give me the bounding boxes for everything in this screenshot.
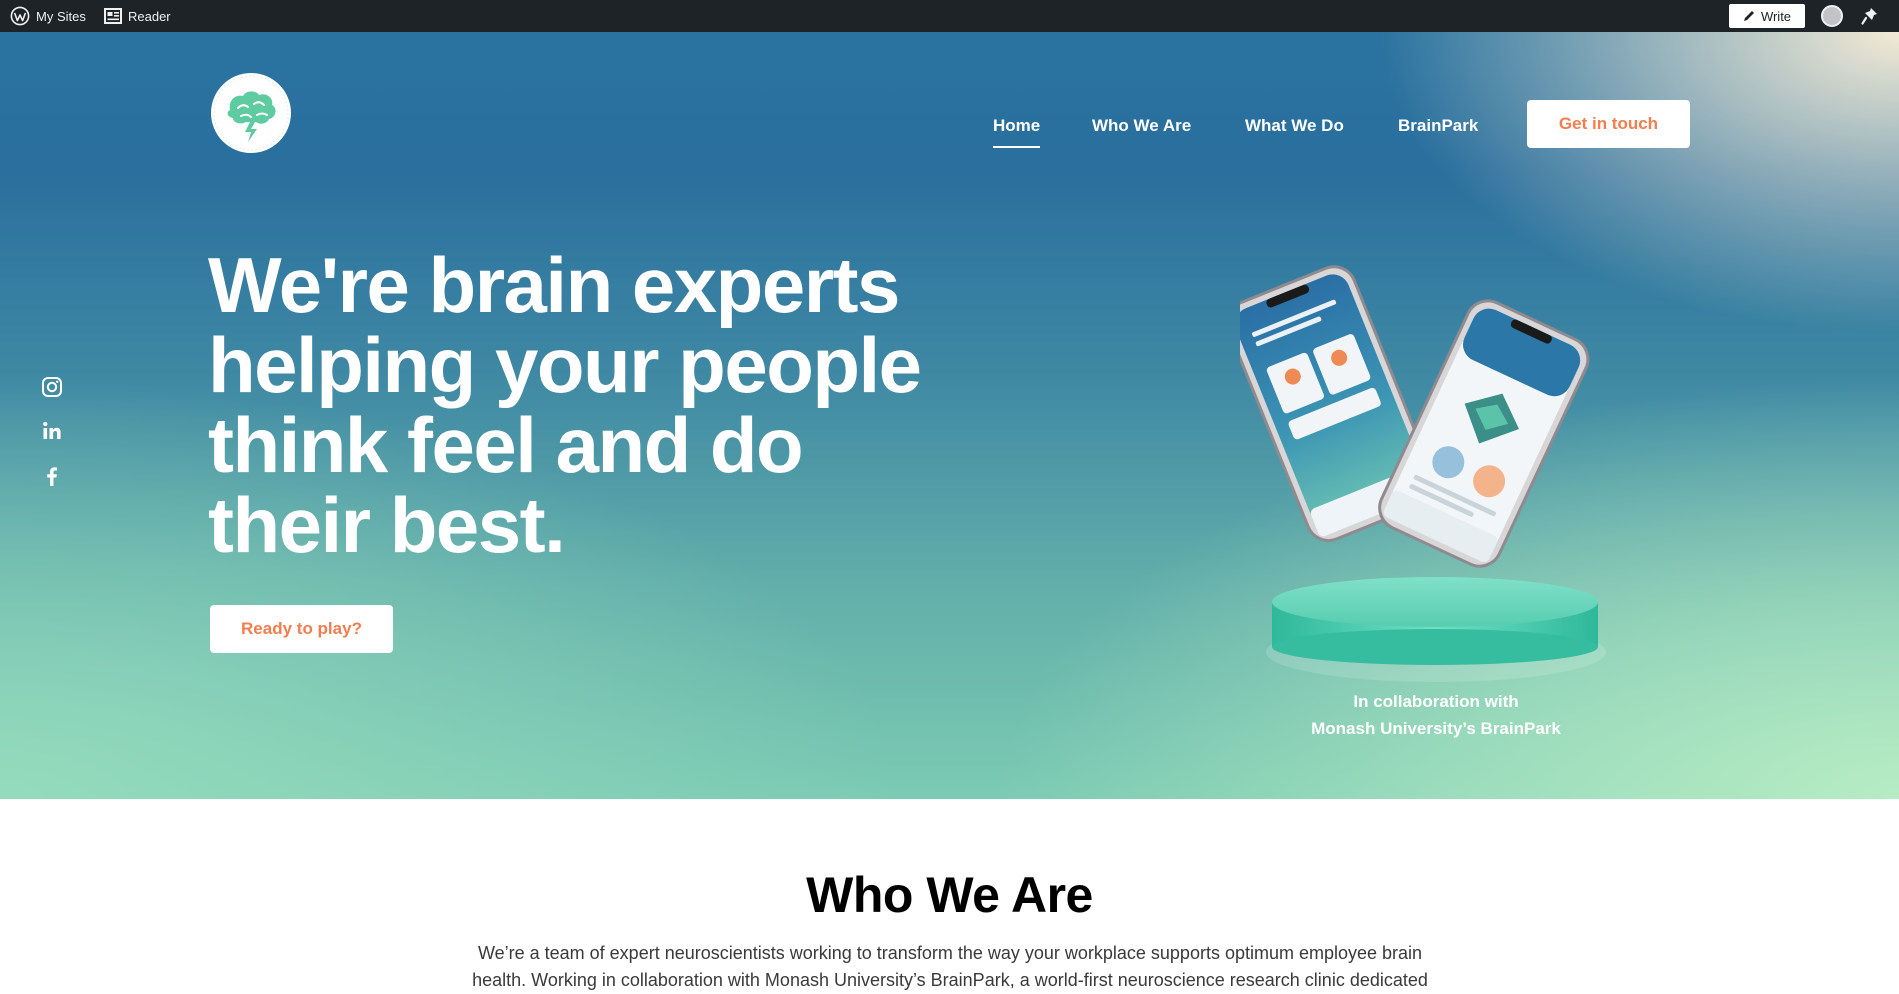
nav-brainpark[interactable]: BrainPark: [1398, 116, 1478, 140]
headline-line: their best.: [208, 481, 566, 569]
collaboration-note: In collaboration with Monash University’…: [1236, 688, 1636, 742]
user-avatar[interactable]: [1821, 5, 1843, 27]
pen-icon: [1743, 11, 1754, 21]
who-we-are-heading: Who We Are: [806, 867, 1093, 923]
brain-logo[interactable]: [210, 72, 292, 154]
reader-menu[interactable]: Reader: [104, 0, 171, 32]
facebook-icon[interactable]: [40, 464, 64, 488]
nav-who-we-are[interactable]: Who We Are: [1092, 116, 1191, 140]
notifications-button[interactable]: [1860, 0, 1880, 32]
admin-bar: My Sites Reader Write: [0, 0, 1899, 32]
headline-line: helping your people: [208, 321, 922, 409]
headline-line: We're brain experts: [208, 241, 900, 329]
reader-label: Reader: [128, 8, 171, 24]
headline-line: think feel and do: [208, 401, 804, 489]
app-phones-illustration: [1240, 265, 1606, 682]
wordpress-icon: [10, 6, 30, 26]
my-sites-label: My Sites: [36, 8, 86, 24]
who-we-are-body: We’re a team of expert neuroscientists w…: [472, 943, 1428, 990]
nav-home[interactable]: Home: [993, 116, 1041, 148]
write-label: Write: [1760, 8, 1792, 24]
instagram-icon[interactable]: [40, 375, 64, 399]
nav-what-we-do[interactable]: What We Do: [1245, 116, 1344, 140]
write-button[interactable]: Write: [1729, 4, 1805, 28]
my-sites-menu[interactable]: My Sites: [10, 0, 86, 32]
ready-to-play-button[interactable]: Ready to play?: [210, 605, 393, 653]
hero-section: Home Who We Are What We Do BrainPark Get…: [0, 32, 1899, 799]
collab-line-1: In collaboration with: [1353, 692, 1519, 711]
reader-icon: [104, 8, 122, 24]
collab-line-2: Monash University’s BrainPark: [1311, 719, 1561, 738]
linkedin-icon[interactable]: [40, 419, 64, 443]
hero-headline: We're brain experts helping your people …: [208, 245, 1008, 565]
bell-icon: [1861, 8, 1877, 25]
get-in-touch-button[interactable]: Get in touch: [1527, 100, 1690, 148]
